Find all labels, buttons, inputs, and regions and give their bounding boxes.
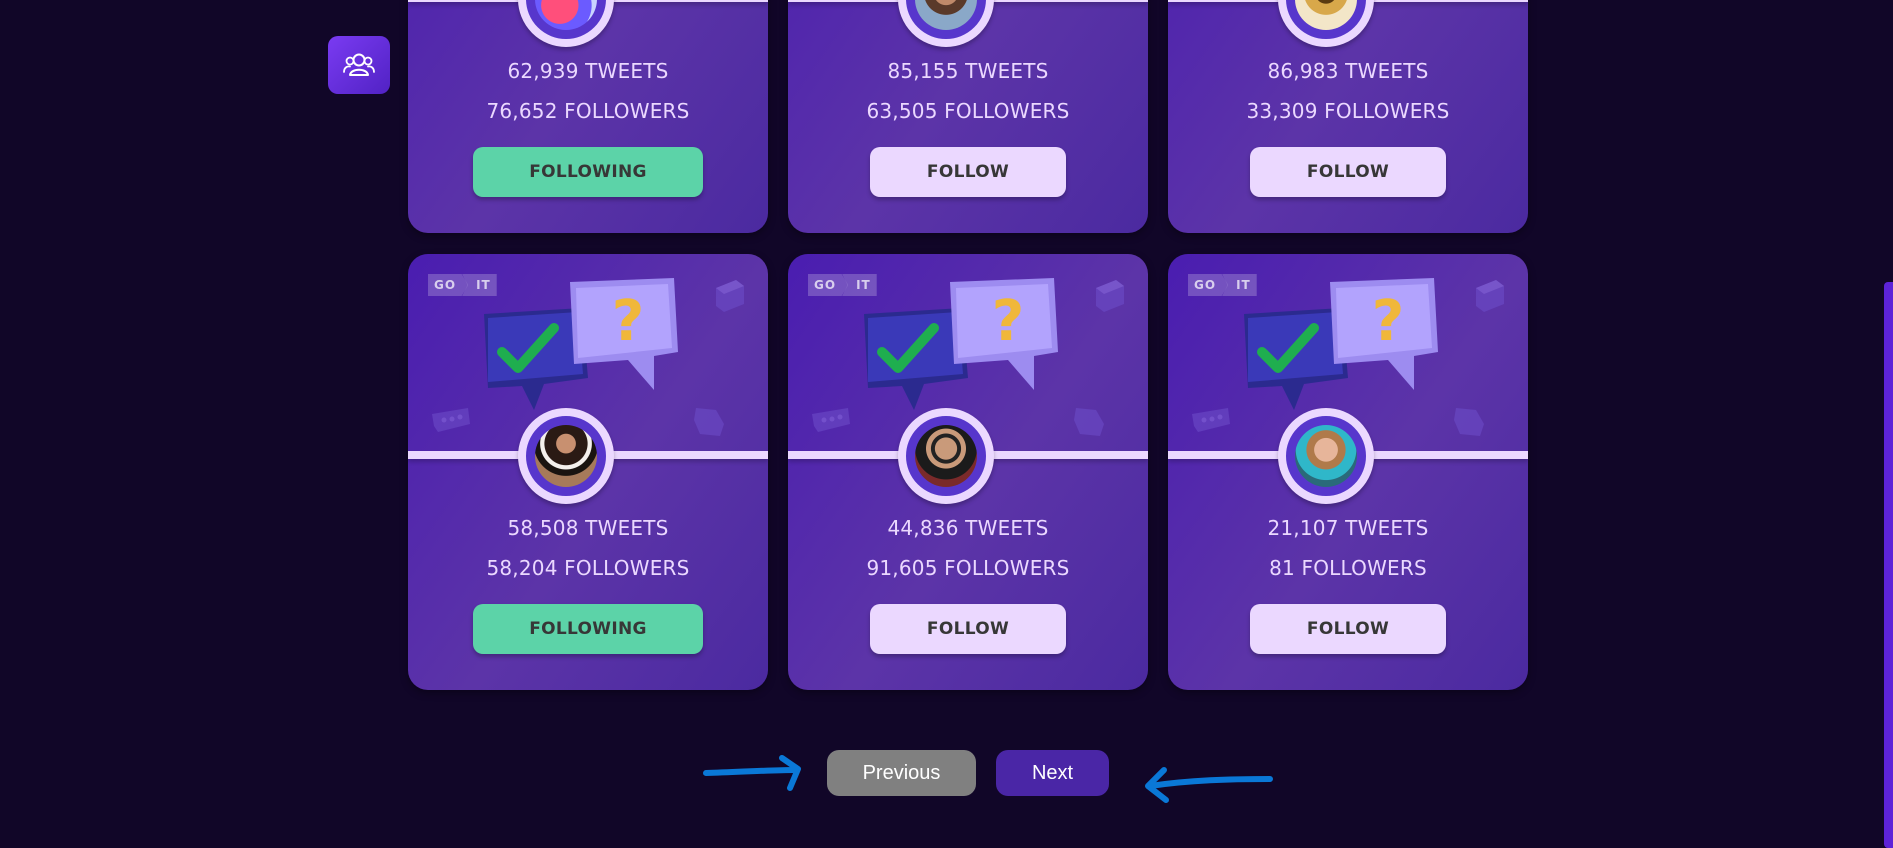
tweets-count: 85,155 TWEETS [887, 59, 1049, 83]
logo-part-go: GO [428, 274, 469, 296]
decor-cube-icon [1096, 280, 1124, 312]
tweets-count: 62,939 TWEETS [507, 59, 669, 83]
followers-count: 81 FOLLOWERS [1269, 556, 1427, 580]
avatar-image [1295, 425, 1357, 487]
user-card: 62,939 TWEETS 76,652 FOLLOWERS FOLLOWING [408, 0, 768, 233]
followers-count: 76,652 FOLLOWERS [486, 99, 690, 123]
users-nav-button[interactable] [328, 36, 390, 94]
user-card: GO IT ? 44,836 TWEETS 91,605 FOLLOWERS F… [788, 254, 1148, 690]
arrow-left-annotation-icon [1145, 767, 1273, 803]
followers-count: 58,204 FOLLOWERS [486, 556, 690, 580]
logo-part-go: GO [1188, 274, 1229, 296]
following-button[interactable]: FOLLOWING [473, 604, 703, 654]
followers-count: 91,605 FOLLOWERS [866, 556, 1070, 580]
tweets-count: 44,836 TWEETS [887, 516, 1049, 540]
decor-cube-icon [1476, 280, 1504, 312]
user-card: GO IT ? 21,107 TWEETS 81 FOLLOWERS FOLLO… [1168, 254, 1528, 690]
avatar [518, 0, 614, 47]
scrollbar-thumb[interactable] [1884, 282, 1893, 848]
user-card: GO IT ? 58,508 TWEETS 58,204 FOLLOWERS F… [408, 254, 768, 690]
avatar [898, 0, 994, 47]
logo-part-go: GO [808, 274, 849, 296]
avatar [898, 408, 994, 504]
avatar-image [915, 0, 977, 30]
followers-count: 33,309 FOLLOWERS [1246, 99, 1450, 123]
following-button[interactable]: FOLLOWING [473, 147, 703, 197]
follow-button[interactable]: FOLLOW [870, 604, 1066, 654]
decor-ellipsis-bubble-icon [432, 408, 470, 432]
previous-button[interactable]: Previous [827, 750, 976, 796]
followers-count: 63,505 FOLLOWERS [866, 99, 1070, 123]
decor-ellipsis-bubble-icon [812, 408, 850, 432]
avatar-image [1295, 0, 1357, 30]
tweets-count: 86,983 TWEETS [1267, 59, 1429, 83]
svg-text:?: ? [1372, 289, 1404, 354]
users-icon [343, 53, 375, 76]
avatar-image [535, 0, 597, 30]
svg-text:?: ? [612, 289, 644, 354]
next-button[interactable]: Next [996, 750, 1109, 796]
avatar [1278, 408, 1374, 504]
avatar-image [535, 425, 597, 487]
app-root: 62,939 TWEETS 76,652 FOLLOWERS FOLLOWING… [0, 0, 1893, 848]
user-card: 85,155 TWEETS 63,505 FOLLOWERS FOLLOW [788, 0, 1148, 233]
avatar [1278, 0, 1374, 47]
decor-cube-icon [716, 280, 744, 312]
user-card: 86,983 TWEETS 33,309 FOLLOWERS FOLLOW [1168, 0, 1528, 233]
follow-button[interactable]: FOLLOW [870, 147, 1066, 197]
avatar [518, 408, 614, 504]
avatar-image [915, 425, 977, 487]
decor-ellipsis-bubble-icon [1192, 408, 1230, 432]
tweets-count: 58,508 TWEETS [507, 516, 669, 540]
arrow-right-annotation-icon [703, 755, 801, 791]
follow-button[interactable]: FOLLOW [1250, 604, 1446, 654]
follow-button[interactable]: FOLLOW [1250, 147, 1446, 197]
chat-bubbles-illustration: ? [484, 278, 678, 410]
chat-bubbles-illustration: ? [1244, 278, 1438, 410]
tweets-count: 21,107 TWEETS [1267, 516, 1429, 540]
svg-text:?: ? [992, 289, 1024, 354]
chat-bubbles-illustration: ? [864, 278, 1058, 410]
